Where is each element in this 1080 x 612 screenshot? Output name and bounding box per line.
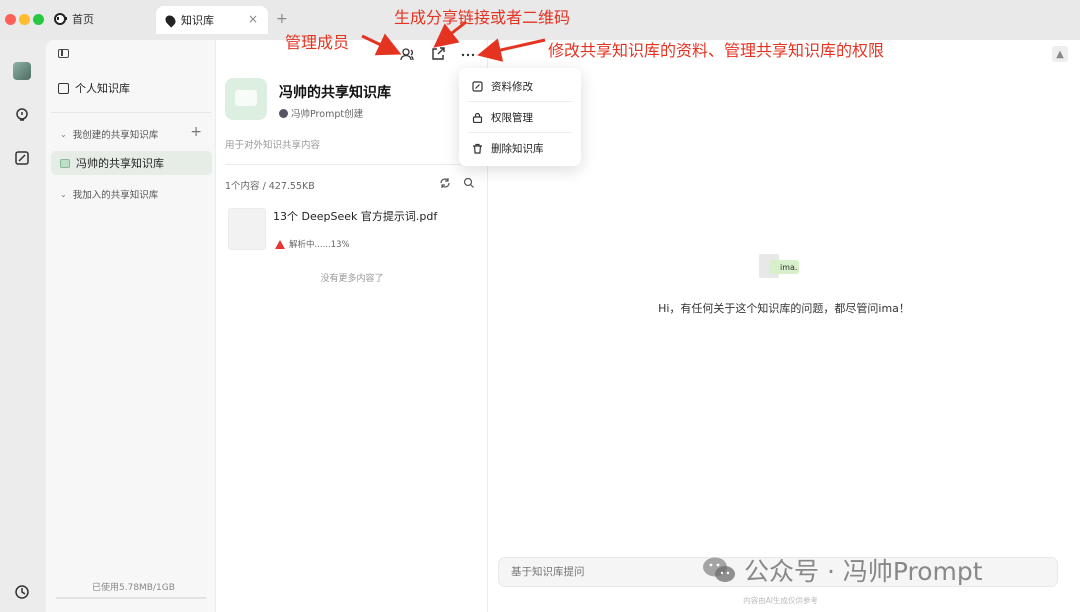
kb-detail-panel: 冯帅的共享知识库 冯帅Prompt创建 用于对外知识共享内容 1个内容 / 42… [216,40,488,612]
chat-greeting: Hi，有任何关于这个知识库的问题，都尽管问ima！ [658,302,910,315]
trash-icon [473,143,482,154]
kb-creator: 冯帅Prompt创建 [279,106,363,120]
ima-logo: ima. [759,254,799,278]
annotation-settings: 修改共享知识库的资料、管理共享知识库的权限 [548,41,885,60]
file-thumbnail [228,208,266,250]
refresh-icon[interactable] [439,177,451,189]
tab-knowledge-base[interactable]: 知识库 × [156,6,268,34]
sidebar-item-label: 冯帅的共享知识库 [76,157,164,170]
kb-creator-label: 冯帅Prompt创建 [291,109,364,120]
more-icon[interactable] [459,45,477,63]
chevron-down-icon: ⌄ [60,189,67,199]
more-menu: 资料修改 权限管理 删除知识库 [459,68,581,166]
tab-home[interactable]: 首页 [54,11,94,27]
manage-members-icon[interactable] [399,45,417,63]
tab-home-label: 首页 [72,13,94,26]
no-more-content: 没有更多内容了 [320,274,384,284]
menu-item-label: 权限管理 [491,111,533,124]
watermark: 公众号 · 冯帅Prompt [702,552,983,588]
app-rail [0,40,46,612]
panda-icon [54,13,67,25]
menu-item-label: 资料修改 [491,80,533,93]
lightbulb-icon[interactable] [14,107,30,123]
sidebar: 个人知识库 ⌄ 我创建的共享知识库 + 冯帅的共享知识库 ⌄ 我加入的共享知识库… [46,40,216,612]
menu-item-label: 删除知识库 [491,142,544,155]
menu-item-delete-kb[interactable]: 删除知识库 [459,133,581,163]
sidebar-item-personal[interactable]: 个人知识库 [58,80,130,96]
menu-item-permissions[interactable]: 权限管理 [459,102,581,132]
avatar[interactable] [13,62,31,80]
add-kb-icon[interactable]: + [190,124,202,140]
close-window-button[interactable] [5,14,16,25]
thumbs-icon[interactable]: ▲ [1052,46,1068,62]
chevron-down-icon: ⌄ [60,129,67,139]
sidebar-group-label: 我加入的共享知识库 [72,190,159,201]
kb-description: 用于对外知识共享内容 [225,140,321,151]
location-pin-icon [163,12,178,28]
content-count: 1个内容 / 427.55KB [225,181,315,192]
sidebar-group-label: 我创建的共享知识库 [72,130,159,141]
sidebar-group-created[interactable]: ⌄ 我创建的共享知识库 + [60,124,210,141]
watermark-text: 公众号 · 冯帅Prompt [744,557,983,586]
tab-close-icon[interactable]: × [248,12,258,26]
sidebar-toggle-icon[interactable] [58,49,69,58]
creator-avatar [279,108,288,118]
tab-knowledge-base-label: 知识库 [181,14,214,27]
storage-usage: 已使用5.78MB/1GB [92,583,175,593]
search-icon[interactable] [463,177,475,189]
ima-logo-text: ima. [780,263,797,272]
edit-icon [472,80,483,92]
menu-item-edit-info[interactable]: 资料修改 [459,71,581,101]
clock-icon[interactable] [14,584,30,600]
share-icon[interactable] [429,45,447,63]
file-name: 13个 DeepSeek 官方提示词.pdf [273,210,438,223]
annotation-share: 生成分享链接或者二维码 [394,8,571,27]
storage-usage-bar [56,597,206,599]
pdf-icon [275,239,285,249]
wechat-icon [703,557,735,582]
main-window: 个人知识库 ⌄ 我创建的共享知识库 + 冯帅的共享知识库 ⌄ 我加入的共享知识库… [46,40,1080,612]
divider [51,112,211,113]
ai-disclaimer: 内容由AI生成仅供参考 [743,596,818,605]
sidebar-item-active-kb[interactable]: 冯帅的共享知识库 [51,151,212,175]
file-status-label: 解析中......13% [289,240,350,250]
kb-title: 冯帅的共享知识库 [279,85,391,101]
lock-icon [472,112,483,123]
file-status: 解析中......13% [275,238,350,250]
sidebar-item-label: 个人知识库 [75,82,130,95]
edit-note-icon[interactable] [14,150,30,166]
annotation-members: 管理成员 [285,33,350,52]
sidebar-group-joined[interactable]: ⌄ 我加入的共享知识库 [60,187,159,202]
knowledge-base-icon [60,158,70,168]
kb-cover-image [225,78,267,120]
minimize-window-button[interactable] [19,14,30,25]
book-icon [58,82,69,94]
new-tab-button[interactable]: + [276,11,288,27]
maximize-window-button[interactable] [33,14,44,25]
divider [225,164,483,165]
